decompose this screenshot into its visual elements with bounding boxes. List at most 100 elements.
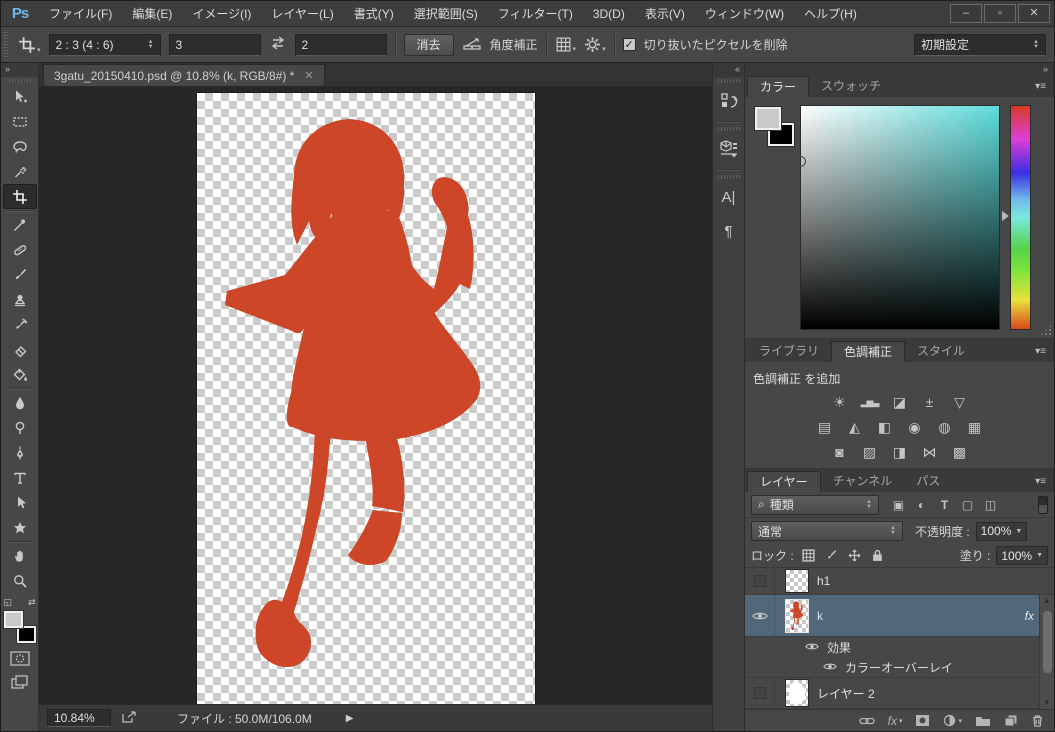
menu-3d[interactable]: 3D(D) <box>583 1 635 27</box>
lock-transparency-icon[interactable] <box>800 548 817 564</box>
tool-preset-select[interactable]: 初期設定 ▲▼ <box>914 34 1046 56</box>
zoom-tool[interactable] <box>3 568 37 593</box>
effect-visibility-icon[interactable] <box>823 660 837 674</box>
color-overlay-row[interactable]: カラーオーバーレイ <box>745 657 1054 677</box>
rectangular-marquee-tool[interactable] <box>3 109 37 134</box>
link-layers-icon[interactable] <box>859 715 875 727</box>
panel-menu-icon[interactable]: ▾≡ <box>1027 77 1054 97</box>
swap-colors-icon[interactable]: ⇄ <box>28 597 36 608</box>
tab-styles[interactable]: スタイル <box>905 341 977 362</box>
foreground-color-swatch[interactable] <box>4 611 23 628</box>
filter-shape-layers-icon[interactable]: ▢ <box>958 496 977 514</box>
close-button[interactable]: ✕ <box>1018 4 1050 23</box>
blend-mode-select[interactable]: 通常 ▲▼ <box>751 521 903 541</box>
background-color-swatch[interactable] <box>17 626 36 643</box>
crop-settings-gear-icon[interactable]: ▾ <box>584 36 606 53</box>
layer-row-h1[interactable]: h1 <box>745 568 1054 595</box>
toolbar-expand-icon[interactable]: » <box>1 63 38 77</box>
photo-filter-icon[interactable]: ◉ <box>905 418 925 436</box>
lasso-tool[interactable] <box>3 134 37 159</box>
threshold-icon[interactable]: ◨ <box>890 443 910 461</box>
scroll-up-icon[interactable]: ▲ <box>1043 595 1051 607</box>
menu-type[interactable]: 書式(Y) <box>344 1 404 27</box>
add-layer-mask-icon[interactable] <box>915 714 930 727</box>
effects-row[interactable]: 効果 <box>745 637 1054 657</box>
maximize-button[interactable]: ▫ <box>984 4 1016 23</box>
visibility-toggle[interactable] <box>745 568 775 594</box>
add-layer-style-icon[interactable]: fx▾ <box>888 714 903 728</box>
paint-bucket-tool[interactable] <box>3 362 37 387</box>
type-tool[interactable] <box>3 465 37 490</box>
history-brush-tool[interactable] <box>3 312 37 337</box>
properties-panel-icon[interactable] <box>715 132 743 166</box>
curves-icon[interactable]: ◪ <box>890 393 910 411</box>
menu-view[interactable]: 表示(V) <box>635 1 695 27</box>
color-balance-icon[interactable]: ◭ <box>845 418 865 436</box>
delete-layer-icon[interactable] <box>1031 714 1044 727</box>
document-tab[interactable]: 3gatu_20150410.psd @ 10.8% (k, RGB/8#) *… <box>43 64 325 86</box>
crop-overlay-options-icon[interactable]: ▾ <box>555 36 577 53</box>
straighten-icon[interactable] <box>462 35 482 54</box>
effect-visibility-icon[interactable] <box>805 640 819 654</box>
document-page[interactable] <box>197 93 535 704</box>
layer-filtering-toggle[interactable] <box>1038 496 1048 514</box>
tab-adjustments[interactable]: 色調補正 <box>831 341 905 362</box>
color-picker-marker[interactable] <box>795 156 806 167</box>
layers-scrollbar[interactable]: ▲ ▼ <box>1039 595 1054 709</box>
eraser-tool[interactable] <box>3 337 37 362</box>
clear-button[interactable]: 消去 <box>404 34 454 56</box>
tab-color[interactable]: カラー <box>747 76 809 97</box>
filter-smart-objects-icon[interactable]: ◫ <box>981 496 1000 514</box>
crop-height-input[interactable]: 2 <box>295 34 387 56</box>
lock-position-icon[interactable] <box>846 548 863 564</box>
visibility-toggle[interactable] <box>745 678 775 708</box>
menu-image[interactable]: イメージ(I) <box>182 1 261 27</box>
menu-filter[interactable]: フィルター(T) <box>488 1 583 27</box>
spot-healing-brush-tool[interactable] <box>3 237 37 262</box>
menu-help[interactable]: ヘルプ(H) <box>794 1 867 27</box>
screen-mode-button[interactable] <box>7 673 33 691</box>
clone-stamp-tool[interactable] <box>3 287 37 312</box>
visibility-toggle[interactable] <box>745 595 775 636</box>
tab-layers[interactable]: レイヤー <box>747 471 821 492</box>
export-status-icon[interactable] <box>121 710 139 727</box>
menu-edit[interactable]: 編集(E) <box>122 1 182 27</box>
path-selection-tool[interactable] <box>3 490 37 515</box>
crop-width-input[interactable]: 3 <box>169 34 261 56</box>
layer-row-k[interactable]: k fx <box>745 595 1054 637</box>
status-options-arrow-icon[interactable]: ▶ <box>346 713 354 724</box>
default-colors-and-swap[interactable]: ◱ ⇄ <box>4 597 36 608</box>
menu-window[interactable]: ウィンドウ(W) <box>695 1 794 27</box>
paragraph-panel-icon[interactable]: ¶ <box>715 214 743 248</box>
swap-dimensions-icon[interactable] <box>269 36 287 53</box>
levels-icon[interactable]: ▂▅▃ <box>860 393 880 411</box>
new-group-icon[interactable] <box>975 714 991 727</box>
move-tool[interactable] <box>3 84 37 109</box>
exposure-icon[interactable]: ± <box>920 393 940 411</box>
delete-cropped-pixels-checkbox[interactable]: ✓ <box>623 38 636 51</box>
dodge-tool[interactable] <box>3 415 37 440</box>
fill-field[interactable]: 100% ▼ <box>996 546 1048 565</box>
new-layer-icon[interactable] <box>1004 714 1018 727</box>
crop-tool-preset-icon[interactable]: ▾ <box>18 36 41 54</box>
color-lookup-icon[interactable]: ▦ <box>965 418 985 436</box>
crop-tool[interactable] <box>3 184 37 209</box>
scroll-down-icon[interactable]: ▼ <box>1043 697 1051 709</box>
quick-mask-button[interactable] <box>7 649 33 667</box>
magic-wand-tool[interactable] <box>3 159 37 184</box>
hue-slider-handle[interactable] <box>1002 211 1009 221</box>
layer-thumbnail[interactable] <box>785 599 809 633</box>
filter-type-layers-icon[interactable]: T <box>935 496 954 514</box>
lock-pixels-icon[interactable] <box>823 548 840 564</box>
eyedropper-tool[interactable] <box>3 212 37 237</box>
history-panel-icon[interactable] <box>715 84 743 118</box>
menu-layer[interactable]: レイヤー(L) <box>261 1 343 27</box>
expand-panels-icon[interactable]: « <box>713 63 744 77</box>
zoom-level-field[interactable]: 10.84% <box>47 709 111 727</box>
pen-tool[interactable] <box>3 440 37 465</box>
minimize-button[interactable]: – <box>950 4 982 23</box>
opacity-field[interactable]: 100% ▼ <box>976 522 1028 541</box>
menu-file[interactable]: ファイル(F) <box>39 1 122 27</box>
posterize-icon[interactable]: ▨ <box>860 443 880 461</box>
panel-resize-grip[interactable] <box>1040 324 1052 336</box>
